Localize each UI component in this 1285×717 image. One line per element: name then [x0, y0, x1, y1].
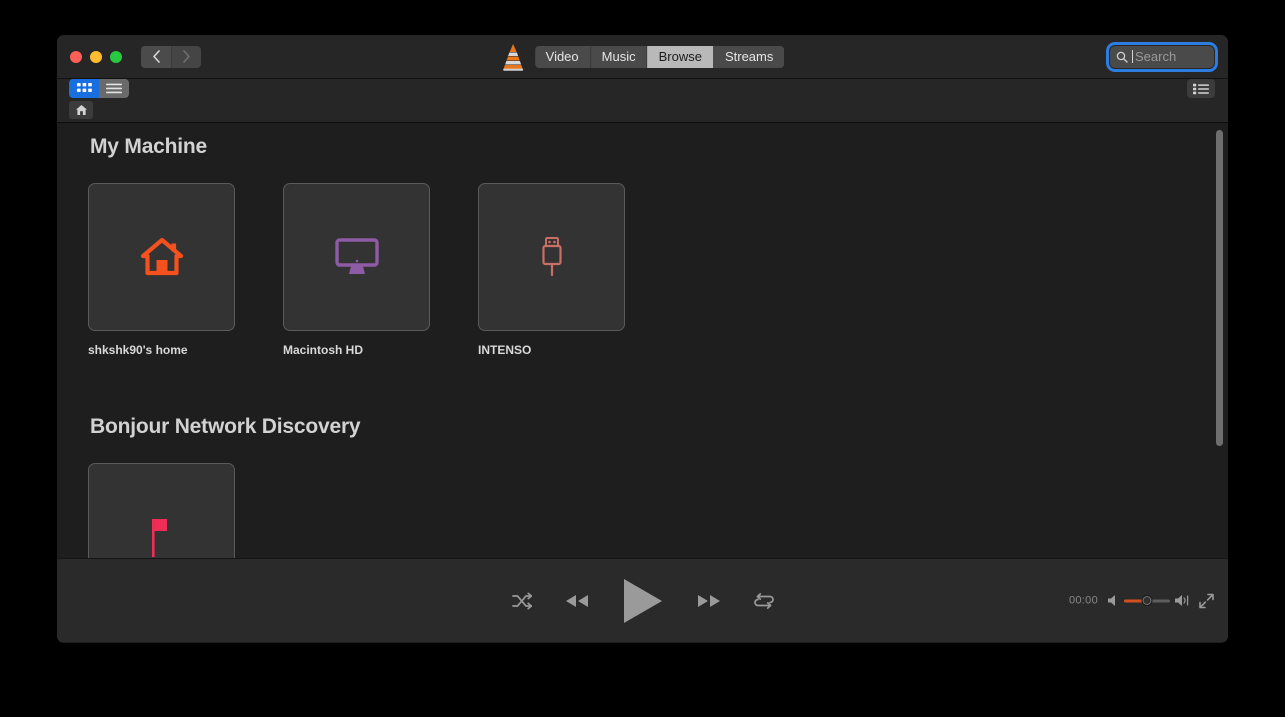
navigation-buttons	[141, 45, 201, 68]
next-button[interactable]	[697, 594, 720, 607]
volume-control[interactable]	[1108, 595, 1189, 607]
fast-forward-icon	[697, 594, 720, 607]
speaker-low-icon	[1108, 595, 1115, 606]
vlc-cone-icon	[502, 43, 523, 71]
section-title-my-machine: My Machine	[90, 135, 208, 158]
section-title-bonjour: Bonjour Network Discovery	[90, 415, 361, 438]
playlist-panel-button[interactable]	[1187, 79, 1215, 98]
browse-content: My Machine shkshk90's home Macintosh HD …	[57, 123, 1228, 558]
breadcrumb-item-home[interactable]	[69, 101, 93, 119]
repeat-button[interactable]	[753, 592, 774, 610]
grid-item-intenso[interactable]: INTENSO	[478, 183, 625, 357]
grid-view-button[interactable]	[69, 79, 99, 98]
breadcrumb	[57, 101, 1228, 123]
window-controls	[70, 50, 122, 63]
house-icon	[140, 237, 183, 276]
my-machine-grid: shkshk90's home Macintosh HD INTENSO	[88, 183, 625, 357]
grid-item-bonjour-service[interactable]	[88, 463, 235, 558]
speaker-high-icon	[1175, 595, 1189, 606]
usb-plug-icon	[541, 237, 562, 277]
forward-button[interactable]	[171, 45, 201, 68]
view-toolbar	[57, 79, 1228, 101]
transport-controls	[511, 578, 774, 624]
shuffle-icon	[511, 592, 532, 609]
vlc-main-window: Video Music Browse Streams Search My Mac…	[57, 35, 1228, 643]
mode-tabs: Video Music Browse Streams	[534, 45, 785, 68]
tile-label: shkshk90's home	[88, 343, 188, 357]
loop-icon	[753, 592, 774, 609]
view-mode-toggle	[69, 79, 129, 98]
volume-knob[interactable]	[1141, 595, 1153, 606]
list-icon	[106, 83, 122, 94]
player-right-controls: 00:00	[1069, 593, 1214, 608]
chevron-left-icon	[152, 50, 160, 63]
tab-music[interactable]: Music	[590, 45, 648, 68]
search-field[interactable]: Search	[1106, 41, 1218, 72]
shuffle-button[interactable]	[511, 592, 532, 610]
list-view-button[interactable]	[99, 79, 129, 98]
play-button[interactable]	[622, 578, 664, 624]
bonjour-grid	[88, 463, 235, 558]
previous-button[interactable]	[565, 594, 588, 607]
rewind-icon	[565, 594, 588, 607]
close-button[interactable]	[70, 50, 82, 63]
tile-thumbnail	[88, 463, 235, 558]
chevron-right-icon	[183, 50, 190, 63]
title-bar-center: Video Music Browse Streams	[501, 42, 785, 72]
imac-display-icon	[334, 238, 379, 274]
tile-thumbnail	[88, 183, 235, 331]
title-bar: Video Music Browse Streams Search	[57, 35, 1228, 79]
volume-slider[interactable]	[1124, 595, 1170, 606]
tab-browse[interactable]: Browse	[647, 45, 714, 68]
player-bar: 00:00	[57, 558, 1228, 642]
tab-streams[interactable]: Streams	[713, 45, 785, 68]
elapsed-time: 00:00	[1068, 594, 1098, 607]
search-placeholder: Search	[1135, 49, 1177, 64]
play-icon	[623, 578, 662, 623]
grid-item-macintosh-hd[interactable]: Macintosh HD	[283, 183, 430, 357]
flag-icon	[151, 519, 167, 557]
tab-video[interactable]: Video	[534, 45, 591, 68]
tile-thumbnail	[478, 183, 625, 331]
back-button[interactable]	[141, 45, 171, 68]
search-icon	[1116, 51, 1128, 63]
tile-label: INTENSO	[478, 343, 532, 357]
grid-item-home[interactable]: shkshk90's home	[88, 183, 235, 357]
maximize-button[interactable]	[110, 50, 122, 63]
vertical-scrollbar[interactable]	[1216, 130, 1224, 550]
expand-icon	[1199, 593, 1214, 608]
tile-label: Macintosh HD	[283, 343, 364, 357]
home-icon	[75, 105, 87, 115]
text-cursor	[1132, 50, 1133, 63]
fullscreen-button[interactable]	[1199, 593, 1214, 608]
minimize-button[interactable]	[90, 50, 102, 63]
grid-icon	[76, 83, 92, 92]
scrollbar-thumb[interactable]	[1216, 130, 1223, 446]
tile-thumbnail	[283, 183, 430, 331]
playlist-panel-icon	[1193, 83, 1209, 94]
